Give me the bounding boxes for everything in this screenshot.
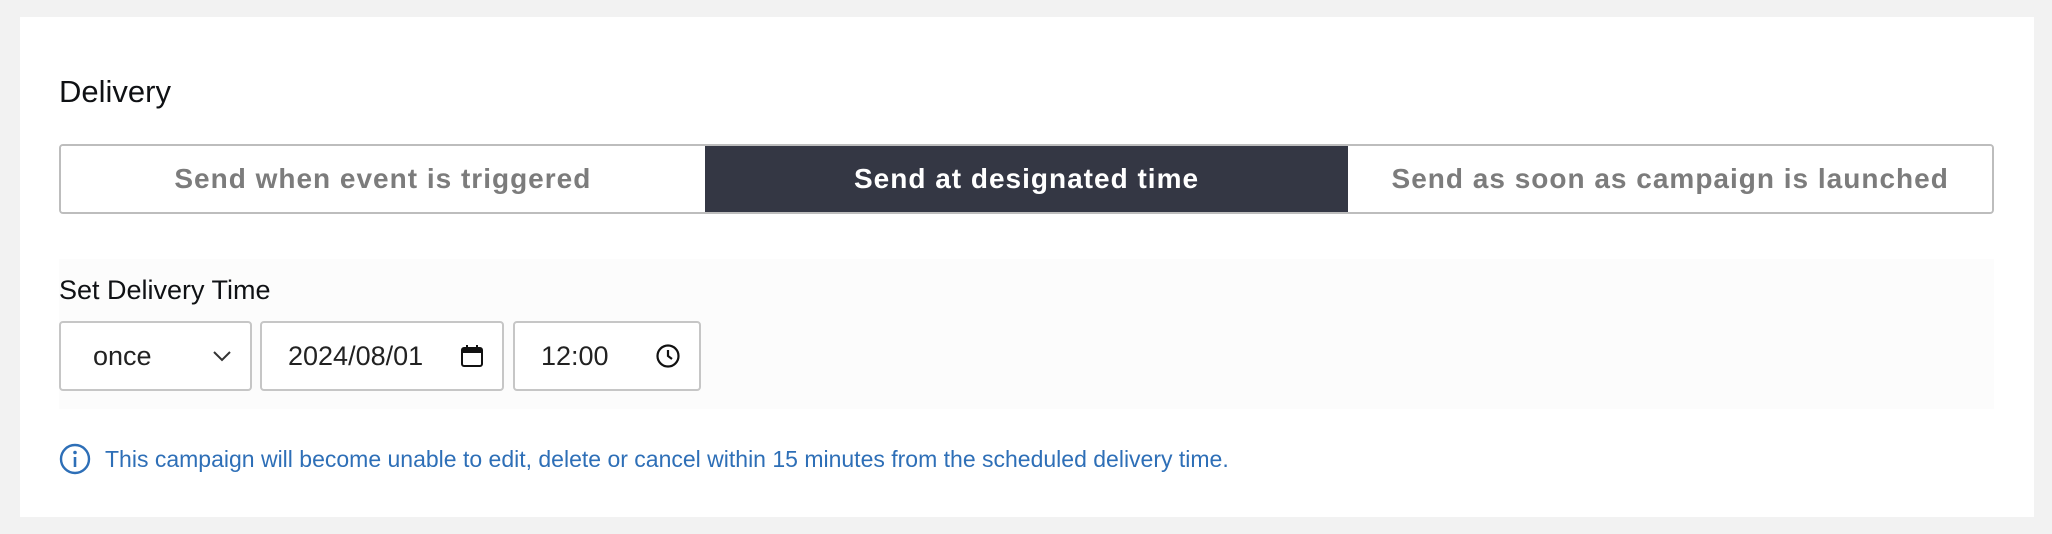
calendar-icon[interactable] (460, 344, 484, 368)
mode-send-on-launch[interactable]: Send as soon as campaign is launched (1348, 146, 1992, 212)
frequency-value: once (93, 340, 152, 371)
delivery-mode-selector: Send when event is triggered Send at des… (59, 144, 1994, 214)
date-input[interactable]: 2024/08/01 (260, 321, 504, 391)
mode-send-on-event[interactable]: Send when event is triggered (61, 146, 705, 212)
date-value: 2024/08/01 (288, 340, 424, 371)
notice-text: This campaign will become unable to edit… (105, 445, 1229, 472)
mode-send-at-designated-time[interactable]: Send at designated time (704, 146, 1349, 212)
delivery-card: Delivery Send when event is triggered Se… (20, 17, 2034, 517)
delivery-time-panel: Set Delivery Time once 2024/08/01 12:00 (59, 259, 1994, 409)
time-value: 12:00 (541, 340, 609, 371)
clock-icon[interactable] (655, 343, 681, 369)
frequency-select[interactable]: once (59, 321, 252, 391)
time-input[interactable]: 12:00 (513, 321, 701, 391)
scheduling-notice: This campaign will become unable to edit… (59, 443, 1229, 475)
chevron-down-icon (212, 350, 232, 362)
info-icon (59, 443, 91, 475)
section-title: Delivery (59, 74, 171, 109)
delivery-time-label: Set Delivery Time (59, 275, 271, 305)
